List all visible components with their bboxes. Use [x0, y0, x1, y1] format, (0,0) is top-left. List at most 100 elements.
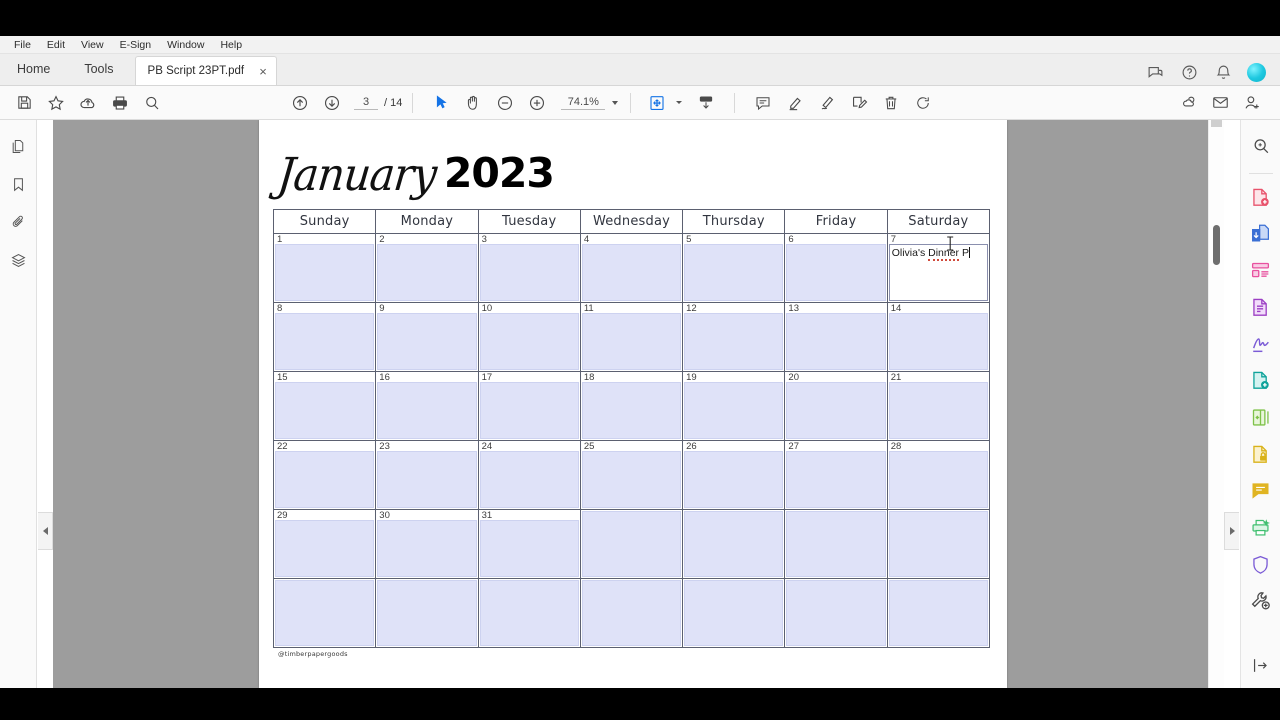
page-thumbnails-icon[interactable]	[5, 134, 31, 158]
calendar-day-cell[interactable]	[886, 509, 991, 579]
calendar-day-cell[interactable]: 24	[477, 440, 581, 510]
scrollbar-thumb[interactable]	[1213, 225, 1220, 265]
calendar-day-cell[interactable]: 14	[886, 302, 991, 372]
organize-pages-icon[interactable]	[1246, 256, 1276, 285]
create-pdf-icon[interactable]	[1246, 183, 1276, 212]
day-form-field[interactable]	[684, 244, 784, 301]
calendar-day-cell[interactable]: 25	[579, 440, 684, 510]
print-icon[interactable]	[104, 89, 136, 117]
calendar-day-cell[interactable]: 22	[272, 440, 377, 510]
menu-item-esign[interactable]: E-Sign	[112, 36, 160, 54]
calendar-day-cell[interactable]	[579, 509, 684, 579]
menu-item-help[interactable]: Help	[212, 36, 250, 54]
search-document-icon[interactable]	[1246, 132, 1276, 161]
document-tab[interactable]: PB Script 23PT.pdf ×	[134, 56, 278, 85]
calendar-day-cell[interactable]: 2	[375, 233, 479, 303]
fit-page-icon[interactable]	[641, 89, 673, 117]
day-form-field[interactable]	[275, 580, 375, 646]
delete-icon[interactable]	[875, 89, 907, 117]
vertical-scrollbar[interactable]	[1208, 120, 1224, 688]
day-form-field[interactable]	[581, 313, 682, 370]
menu-item-file[interactable]: File	[6, 36, 39, 54]
notification-bell-icon[interactable]	[1213, 62, 1233, 82]
layers-icon[interactable]	[5, 248, 31, 272]
zoom-search-icon[interactable]	[136, 89, 168, 117]
day-form-field[interactable]	[786, 511, 886, 577]
day-form-field[interactable]	[377, 382, 477, 439]
tab-home[interactable]: Home	[0, 53, 67, 85]
calendar-day-cell[interactable]	[886, 578, 991, 648]
calendar-day-cell[interactable]: 31	[477, 509, 581, 579]
calendar-day-cell[interactable]: 1	[272, 233, 377, 303]
upload-cloud-icon[interactable]	[72, 89, 104, 117]
day-form-field[interactable]	[479, 580, 579, 646]
calendar-day-cell[interactable]: 4	[579, 233, 684, 303]
page-down-icon[interactable]	[316, 89, 348, 117]
calendar-day-cell[interactable]: 26	[682, 440, 786, 510]
day-form-field[interactable]	[275, 244, 375, 301]
day-form-field[interactable]	[377, 313, 477, 370]
calendar-day-cell[interactable]: 11	[579, 302, 684, 372]
day-form-field[interactable]	[581, 382, 682, 439]
calendar-day-cell[interactable]: 5	[682, 233, 786, 303]
calendar-day-cell[interactable]: 10	[477, 302, 581, 372]
calendar-day-cell[interactable]	[375, 578, 479, 648]
calendar-day-cell[interactable]	[784, 509, 888, 579]
help-icon[interactable]	[1179, 62, 1199, 82]
chevron-down-icon[interactable]	[612, 100, 619, 105]
menu-item-edit[interactable]: Edit	[39, 36, 73, 54]
menu-item-window[interactable]: Window	[159, 36, 212, 54]
calendar-day-cell[interactable]	[784, 578, 888, 648]
day-form-field[interactable]	[479, 520, 579, 577]
day-form-field[interactable]	[786, 580, 886, 646]
user-avatar[interactable]	[1247, 62, 1266, 82]
calendar-day-cell[interactable]: 13	[784, 302, 888, 372]
fill-and-sign-icon[interactable]	[1246, 330, 1276, 359]
sign-icon[interactable]	[843, 89, 875, 117]
calendar-day-cell[interactable]: 8	[272, 302, 377, 372]
day-form-field[interactable]	[786, 244, 886, 301]
day-form-field[interactable]	[479, 244, 579, 301]
day-form-field[interactable]	[684, 511, 784, 577]
calendar-day-cell[interactable]	[579, 578, 684, 648]
select-cursor-icon[interactable]	[425, 89, 457, 117]
day-form-field[interactable]	[786, 451, 886, 508]
calendar-day-cell[interactable]: 9	[375, 302, 479, 372]
calendar-event-text[interactable]: Olivia's Dinner P	[892, 236, 970, 261]
fit-page-chevron-down-icon[interactable]	[676, 101, 683, 104]
menu-item-view[interactable]: View	[73, 36, 112, 54]
share-link-icon[interactable]	[1172, 89, 1204, 117]
day-form-field[interactable]	[684, 580, 784, 646]
day-form-field[interactable]	[684, 451, 784, 508]
calendar-day-cell[interactable]: 18	[579, 371, 684, 441]
calendar-day-cell[interactable]: 27	[784, 440, 888, 510]
day-form-field[interactable]	[275, 451, 375, 508]
page-up-icon[interactable]	[284, 89, 316, 117]
day-form-field[interactable]	[377, 520, 477, 577]
add-user-icon[interactable]	[1236, 89, 1268, 117]
feedback-icon[interactable]	[1145, 62, 1165, 82]
calendar-day-cell[interactable]: 12	[682, 302, 786, 372]
highlight-icon[interactable]	[779, 89, 811, 117]
hand-tool-icon[interactable]	[457, 89, 489, 117]
collapse-right-panel-button[interactable]	[1224, 512, 1239, 550]
day-form-field[interactable]	[581, 451, 682, 508]
comment-icon[interactable]	[747, 89, 779, 117]
draw-icon[interactable]	[811, 89, 843, 117]
day-form-field[interactable]	[275, 313, 375, 370]
email-icon[interactable]	[1204, 89, 1236, 117]
calendar-day-cell[interactable]: 19	[682, 371, 786, 441]
day-form-field[interactable]	[377, 244, 477, 301]
calendar-day-cell[interactable]: 6	[784, 233, 888, 303]
rotate-icon[interactable]	[907, 89, 939, 117]
calendar-day-cell[interactable]	[682, 578, 786, 648]
edit-pdf-icon[interactable]	[1246, 293, 1276, 322]
calendar-day-cell[interactable]: 3	[477, 233, 581, 303]
page-number-input[interactable]: 3	[354, 96, 378, 110]
calendar-day-cell[interactable]: 15	[272, 371, 377, 441]
day-form-field[interactable]	[888, 382, 988, 439]
bookmark-icon[interactable]	[5, 172, 31, 196]
day-form-field[interactable]	[377, 580, 477, 646]
day-form-field[interactable]	[581, 580, 682, 646]
collapse-panel-icon[interactable]	[1246, 651, 1276, 680]
